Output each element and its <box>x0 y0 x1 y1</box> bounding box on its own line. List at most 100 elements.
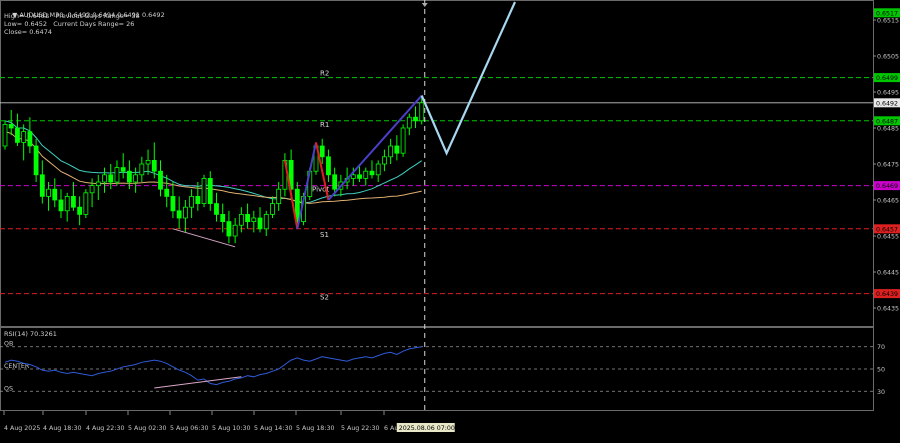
candle-body <box>52 188 58 201</box>
grid-lines <box>0 0 874 411</box>
candle-body <box>8 124 14 129</box>
candle-body <box>319 145 325 158</box>
candle-body <box>257 217 263 230</box>
candle-body <box>400 127 406 154</box>
time-axis-label: 5 Aug 06:30 <box>170 425 208 432</box>
cursor-time-label: 2025.08.06 07:00 <box>399 425 455 432</box>
candle-body <box>15 127 20 143</box>
candle-body <box>413 116 418 122</box>
candle-body <box>201 177 207 204</box>
candle-body <box>245 213 250 222</box>
level-label-s2: S2 <box>320 294 329 302</box>
price-tick-label: 0.6495 <box>877 90 899 97</box>
price-tick-label: 0.6465 <box>877 198 899 205</box>
candle-body <box>21 131 27 143</box>
rsi-panel: RSI(14) 70.3261OBCENTEROS705030 <box>0 330 885 396</box>
moving-averages <box>4 120 422 204</box>
level-label-r2: R2 <box>320 70 329 78</box>
candle-body <box>189 195 195 208</box>
candle-body <box>114 167 120 183</box>
level-tag-value: 0.6487 <box>876 118 898 125</box>
level-label-s1: S1 <box>320 231 329 239</box>
rsi-level-label: OB <box>4 341 13 348</box>
candle-body <box>195 195 201 204</box>
candle-body <box>176 210 182 219</box>
time-axis-label: 5 Aug 14:30 <box>254 425 292 432</box>
price-tick-label: 0.6475 <box>877 162 899 169</box>
candle-body <box>326 156 331 176</box>
candle-body <box>170 195 176 212</box>
rsi-tick-label: 50 <box>877 367 885 374</box>
price-tick-label: 0.6485 <box>877 126 899 133</box>
time-axis-label: 4 Aug 2025 <box>4 425 40 432</box>
candle-body <box>89 185 95 194</box>
candle-body <box>151 159 157 172</box>
candle-body <box>382 156 387 165</box>
candle-body <box>71 195 76 208</box>
rsi-trendline <box>154 376 242 389</box>
ma-fast-line <box>4 120 422 204</box>
time-axis-label: 5 Aug 18:30 <box>296 425 334 432</box>
zigzag-segment <box>327 94 423 201</box>
info-line-4: Close= 0.6474 <box>4 28 52 36</box>
level-label-r1: R1 <box>320 121 329 129</box>
candle-body <box>369 170 375 176</box>
candle-body <box>238 213 244 226</box>
price-tick-label: 0.6435 <box>877 306 899 313</box>
level-tag-value: 0.6439 <box>876 291 898 298</box>
time-axis-label: 4 Aug 18:30 <box>43 425 81 432</box>
price-tick-label: 0.6505 <box>877 54 899 61</box>
rsi-title: RSI(14) 70.3261 <box>4 330 57 338</box>
candle-body <box>27 131 33 147</box>
trading-chart: 0.6499 0.6487 0.6469 0.6457 0.6439 R2 R1 Pivot S… <box>0 0 900 439</box>
price-tick-label: 0.6455 <box>877 234 899 241</box>
candle-body <box>332 174 338 190</box>
price-tick-label: 0.6445 <box>877 270 899 277</box>
candle-body <box>58 199 64 212</box>
candle-body <box>145 159 151 165</box>
level-tag-value: 0.6469 <box>876 183 898 190</box>
time-axis-label: 4 Aug 22:30 <box>86 425 124 432</box>
candle-body <box>357 174 362 179</box>
candle-body <box>375 163 381 176</box>
candle-body <box>139 163 145 176</box>
drawings <box>172 0 517 412</box>
candle-body <box>406 116 412 129</box>
candle-body <box>133 174 139 183</box>
rsi-level-label: OS <box>4 385 13 392</box>
candle-body <box>95 181 101 186</box>
candle-body <box>33 145 39 176</box>
candle-body <box>102 174 107 183</box>
candle-body <box>350 174 356 179</box>
candle-body <box>182 206 188 219</box>
candle-body <box>77 206 83 215</box>
candles <box>2 95 425 244</box>
time-axis-label: 5 Aug 02:30 <box>128 425 166 432</box>
candle-body <box>39 174 45 197</box>
candle-body <box>2 124 8 147</box>
candle-body <box>363 170 369 179</box>
candle-body <box>251 217 257 222</box>
candle-body <box>220 213 226 222</box>
candle-body <box>158 170 163 190</box>
candle-body <box>270 203 275 215</box>
time-axis-label: 5 Aug 10:30 <box>212 425 250 432</box>
candle-body <box>108 174 114 183</box>
candle-body <box>232 224 238 237</box>
candle-body <box>419 102 425 122</box>
candle-body <box>276 188 282 204</box>
rsi-tick-label: 30 <box>877 389 885 396</box>
candle-body <box>164 188 170 197</box>
top-price-tag-value: 0.6517 <box>876 10 898 17</box>
rsi-tick-label: 70 <box>877 344 885 351</box>
candle-body <box>127 170 132 183</box>
candle-body <box>388 145 394 158</box>
info-line-2: High= 0.6482 Previous Days Range= 38 <box>4 12 140 20</box>
candle-body <box>394 145 400 154</box>
candle-body <box>83 192 89 215</box>
rsi-line <box>4 346 422 386</box>
candle-body <box>46 188 51 197</box>
level-tag-value: 0.6499 <box>876 75 898 82</box>
candle-body <box>226 221 232 237</box>
candle-body <box>120 167 126 172</box>
